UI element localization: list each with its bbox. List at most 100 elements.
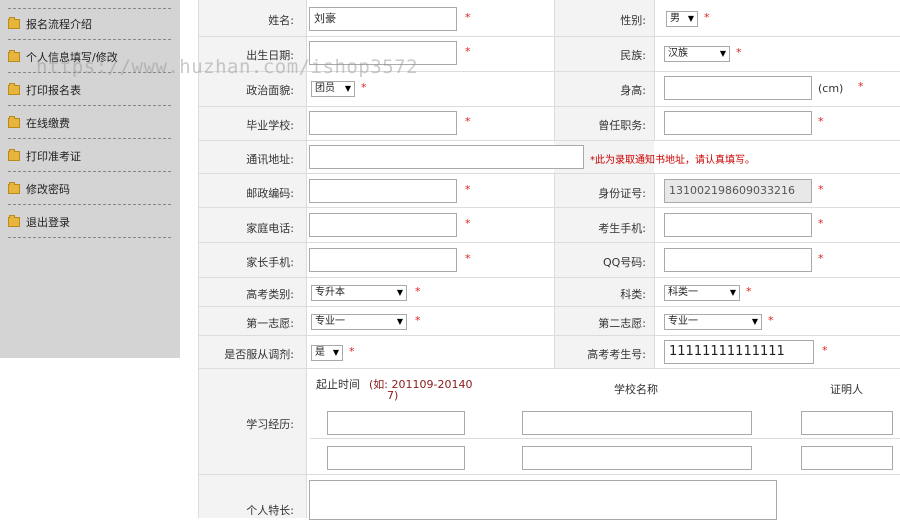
folder-icon [8,115,20,128]
id-number-input[interactable]: 131002198609033216 [664,179,812,203]
dropdown-arrow-icon: ▼ [396,317,403,326]
required-mark: * [818,183,824,196]
exam-number-input[interactable]: 11111111111111 [664,340,814,364]
sidebar-item-label: 报名流程介绍 [26,18,92,31]
exam-number-label: 高考考生号: [587,348,646,361]
folder-icon [8,214,20,227]
sidebar-item-label: 修改密码 [26,182,70,196]
exam-type-label: 高考类别: [246,288,294,301]
gender-label: 性别: [620,14,646,27]
id-number-label: 身份证号: [598,187,646,200]
parent-mobile-input[interactable] [309,248,457,272]
study-school-input-2[interactable] [522,446,752,470]
required-mark: * [415,285,421,298]
required-mark: * [465,183,471,196]
second-choice-label: 第二志愿: [598,317,646,330]
name-label: 姓名: [268,14,294,27]
required-mark: * [465,217,471,230]
exam-type-value: 专升本 [315,287,345,298]
sidebar-item-registration-process[interactable]: 报名流程介绍 [8,8,171,40]
subject-select[interactable]: 科类一 ▼ [664,285,740,301]
required-mark: * [818,252,824,265]
study-col-time-hint: (如: 201109-20140 [369,378,473,391]
sidebar-item-logout[interactable]: 退出登录 [8,206,171,238]
registration-form: 姓名: 刘豪 * 性别: 男 ▼ * 出生日期: * 民族: 汉族 ▼ * 政治面貌… [198,0,900,520]
dropdown-arrow-icon: ▼ [719,49,726,58]
study-label: 学习经历: [246,418,294,431]
sidebar-item-personal-info[interactable]: 个人信息填写/修改 [8,41,171,73]
first-choice-label: 第一志愿: [246,317,294,330]
qq-label: QQ号码: [602,256,646,269]
study-witness-input-2[interactable] [801,446,893,470]
school-label: 毕业学校: [246,119,294,132]
folder-icon [8,181,20,194]
required-mark: * [704,11,710,24]
address-label: 通讯地址: [246,153,294,166]
folder-icon [8,148,20,161]
address-note: *此为录取通知书地址，请认真填写。 [590,155,755,166]
sidebar: 报名流程介绍 个人信息填写/修改 打印报名表 在线缴费 打印准考证 修改密码 退… [0,0,180,358]
subject-value: 科类一 [668,287,698,298]
second-choice-value: 专业一 [668,316,698,327]
required-mark: * [465,45,471,58]
gender-select[interactable]: 男 ▼ [666,11,698,27]
home-phone-input[interactable] [309,213,457,237]
exam-type-select[interactable]: 专升本 ▼ [311,285,407,301]
adjust-label: 是否服从调剂: [224,348,294,361]
qq-input[interactable] [664,248,812,272]
position-label: 曾任职务: [598,119,646,132]
position-input[interactable] [664,111,812,135]
political-label: 政治面貌: [246,84,294,97]
first-choice-select[interactable]: 专业一 ▼ [311,314,407,330]
second-choice-select[interactable]: 专业一 ▼ [664,314,762,330]
ethnicity-select[interactable]: 汉族 ▼ [664,46,730,62]
study-col-time: 起止时间 [316,378,360,391]
adjust-select[interactable]: 是 ▼ [311,345,343,361]
birthdate-label: 出生日期: [246,49,294,62]
required-mark: * [818,217,824,230]
political-value: 团员 [315,83,335,94]
adjust-value: 是 [315,347,325,358]
label-column-bottom [198,368,306,518]
dropdown-arrow-icon: ▼ [687,14,694,23]
first-choice-value: 专业一 [315,316,345,327]
required-mark: * [465,252,471,265]
school-input[interactable] [309,111,457,135]
mobile-input[interactable] [664,213,812,237]
ethnicity-label: 民族: [620,49,646,62]
sidebar-item-label: 打印准考证 [26,149,81,163]
required-mark: * [349,345,355,358]
dropdown-arrow-icon: ▼ [729,288,736,297]
political-select[interactable]: 团员 ▼ [311,81,355,97]
dropdown-arrow-icon: ▼ [751,317,758,326]
study-school-input-1[interactable] [522,411,752,435]
birthdate-input[interactable] [309,41,457,65]
study-time-input-2[interactable] [327,446,465,470]
folder-icon [8,17,20,29]
dropdown-arrow-icon: ▼ [396,288,403,297]
height-label: 身高: [620,84,646,97]
name-input[interactable]: 刘豪 [309,7,457,31]
sidebar-item-label: 在线缴费 [26,116,70,130]
parent-mobile-label: 家长手机: [246,256,294,269]
required-mark: * [465,11,471,24]
specialty-label: 个人特长: [246,504,294,517]
study-time-input-1[interactable] [327,411,465,435]
sidebar-item-label: 打印报名表 [26,83,81,97]
specialty-textarea[interactable] [309,480,777,520]
sidebar-item-print-admission-ticket[interactable]: 打印准考证 [8,140,171,172]
subject-label: 科类: [620,288,646,301]
mobile-label: 考生手机: [598,222,646,235]
folder-icon [8,49,20,62]
dropdown-arrow-icon: ▼ [344,84,351,93]
postcode-input[interactable] [309,179,457,203]
address-input[interactable] [309,145,584,169]
height-input[interactable] [664,76,812,100]
sidebar-item-print-form[interactable]: 打印报名表 [8,74,171,106]
gender-value: 男 [670,13,680,24]
sidebar-item-label: 退出登录 [26,215,70,229]
required-mark: * [465,115,471,128]
study-witness-input-1[interactable] [801,411,893,435]
sidebar-item-online-payment[interactable]: 在线缴费 [8,107,171,139]
sidebar-item-change-password[interactable]: 修改密码 [8,173,171,205]
